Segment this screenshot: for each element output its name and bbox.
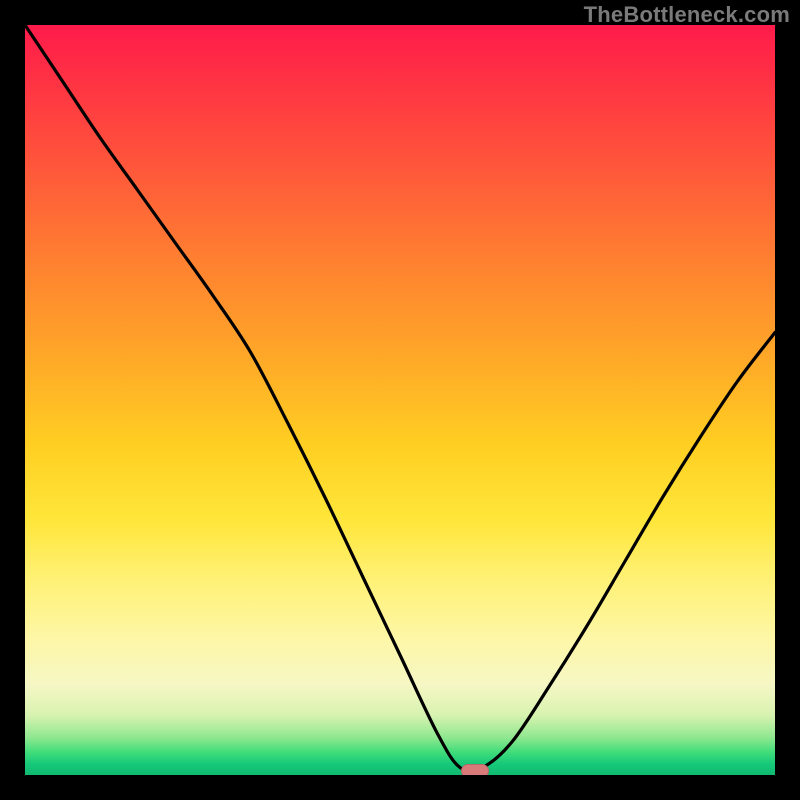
bottleneck-curve: [25, 25, 775, 775]
chart-frame: TheBottleneck.com: [0, 0, 800, 800]
optimal-point-marker: [461, 764, 489, 776]
plot-area: [25, 25, 775, 775]
